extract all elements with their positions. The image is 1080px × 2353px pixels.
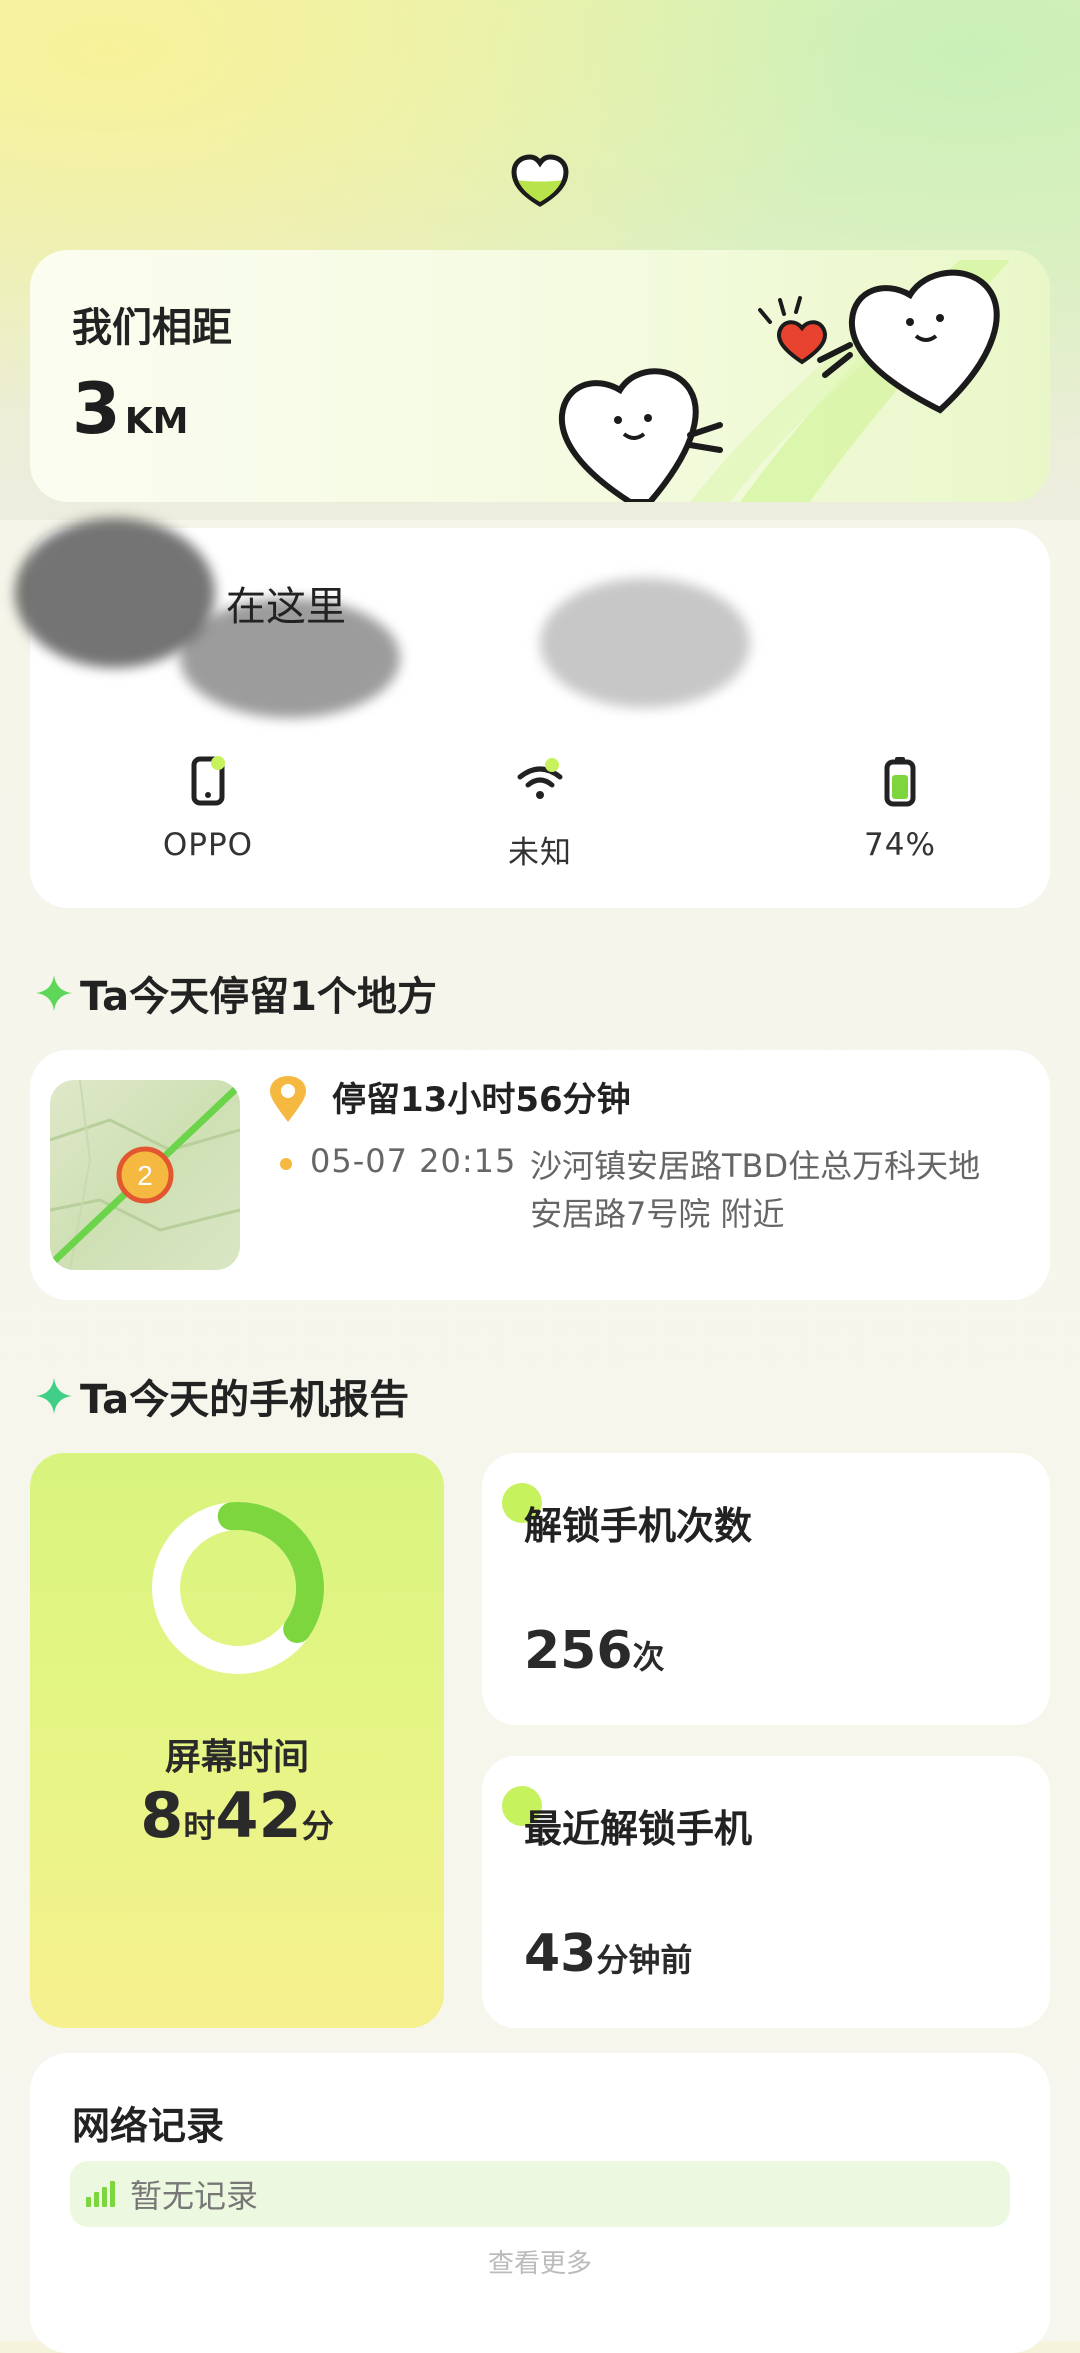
map-cluster-count: 2: [137, 1160, 153, 1191]
last-unlock-label: 最近解锁手机: [524, 1807, 753, 1851]
stay-address: 沙河镇安居路TBD住总万科天地安居路7号院 附近: [530, 1147, 981, 1233]
map-thumbnail[interactable]: 2: [50, 1080, 240, 1270]
distance-card[interactable]: 我们相距 3 KM: [30, 250, 1050, 502]
unlock-count-label: 解锁手机次数: [524, 1504, 753, 1548]
unlock-count-number: 256: [524, 1621, 633, 1681]
left-heart: [558, 368, 723, 502]
last-unlock-value: 43分钟前: [524, 1924, 692, 1984]
network-card[interactable]: 网络记录 暂无记录 查看更多: [30, 2053, 1050, 2353]
network-empty-row: 暂无记录: [70, 2161, 1010, 2227]
hours-unit: 时: [183, 1807, 216, 1845]
screen-time-value: 8时42分: [30, 1779, 444, 1852]
battery-label: 74%: [864, 827, 936, 863]
stay-card[interactable]: 2 停留13小时56分钟 05-07 20:15 沙河镇安居路TBD住总万科天地…: [30, 1050, 1050, 1300]
location-here-text: 在这里: [226, 584, 346, 630]
location-pin-icon: [270, 1076, 306, 1122]
sparkle-icon: [36, 1378, 72, 1414]
device-label: OPPO: [162, 827, 254, 863]
device-status: OPPO: [108, 753, 308, 863]
view-more-link[interactable]: 查看更多: [30, 2243, 1050, 2280]
unlock-count-value: 256次: [524, 1621, 665, 1681]
timeline-dot: [280, 1158, 292, 1170]
stay-heading-text: Ta今天停留1个地方: [80, 974, 437, 1020]
distance-value: 3 KM: [72, 368, 188, 450]
report-section-title: Ta今天的手机报告: [34, 1367, 409, 1425]
network-status: 未知: [440, 753, 640, 872]
report-heading-text: Ta今天的手机报告: [80, 1377, 410, 1423]
screen-time-ring: [152, 1502, 324, 1674]
network-title: 网络记录: [72, 2104, 225, 2148]
flying-heart: [758, 296, 827, 365]
scribble-redaction: [540, 578, 750, 708]
sparkle-icon: [36, 975, 72, 1011]
stay-section-title: Ta今天停留1个地方: [34, 964, 437, 1022]
last-unlock-card[interactable]: 最近解锁手机 43分钟前: [482, 1756, 1050, 2028]
minutes-value: 42: [215, 1779, 302, 1852]
location-card[interactable]: 在这里 OPPO 未知 74%: [15, 518, 1050, 908]
last-unlock-number: 43: [524, 1924, 597, 1984]
distance-title: 我们相距: [72, 305, 232, 351]
hugging-hearts-illustration: [558, 260, 1010, 502]
screen-time-card[interactable]: 屏幕时间 8时42分: [30, 1453, 444, 2028]
battery-status: 74%: [800, 753, 1000, 863]
minutes-unit: 分: [301, 1807, 334, 1845]
wifi-icon: [512, 753, 568, 809]
unlock-count-card[interactable]: 解锁手机次数 256次: [482, 1453, 1050, 1725]
heart-logo-icon: [511, 154, 569, 207]
network-label: 未知: [508, 835, 572, 871]
screen-time-label: 屏幕时间: [164, 1737, 309, 1778]
distance-number: 3: [72, 368, 121, 450]
phone-icon: [180, 753, 236, 809]
network-empty-text: 暂无记录: [130, 2177, 259, 2215]
stay-duration: 停留13小时56分钟: [332, 1080, 631, 1120]
battery-icon: [872, 753, 928, 809]
distance-unit: KM: [124, 401, 189, 442]
stay-time: 05-07 20:15: [310, 1142, 517, 1180]
hours-value: 8: [140, 1779, 184, 1852]
unlock-count-unit: 次: [632, 1638, 665, 1676]
signal-bars-icon: [86, 2181, 115, 2207]
last-unlock-unit: 分钟前: [596, 1941, 693, 1979]
